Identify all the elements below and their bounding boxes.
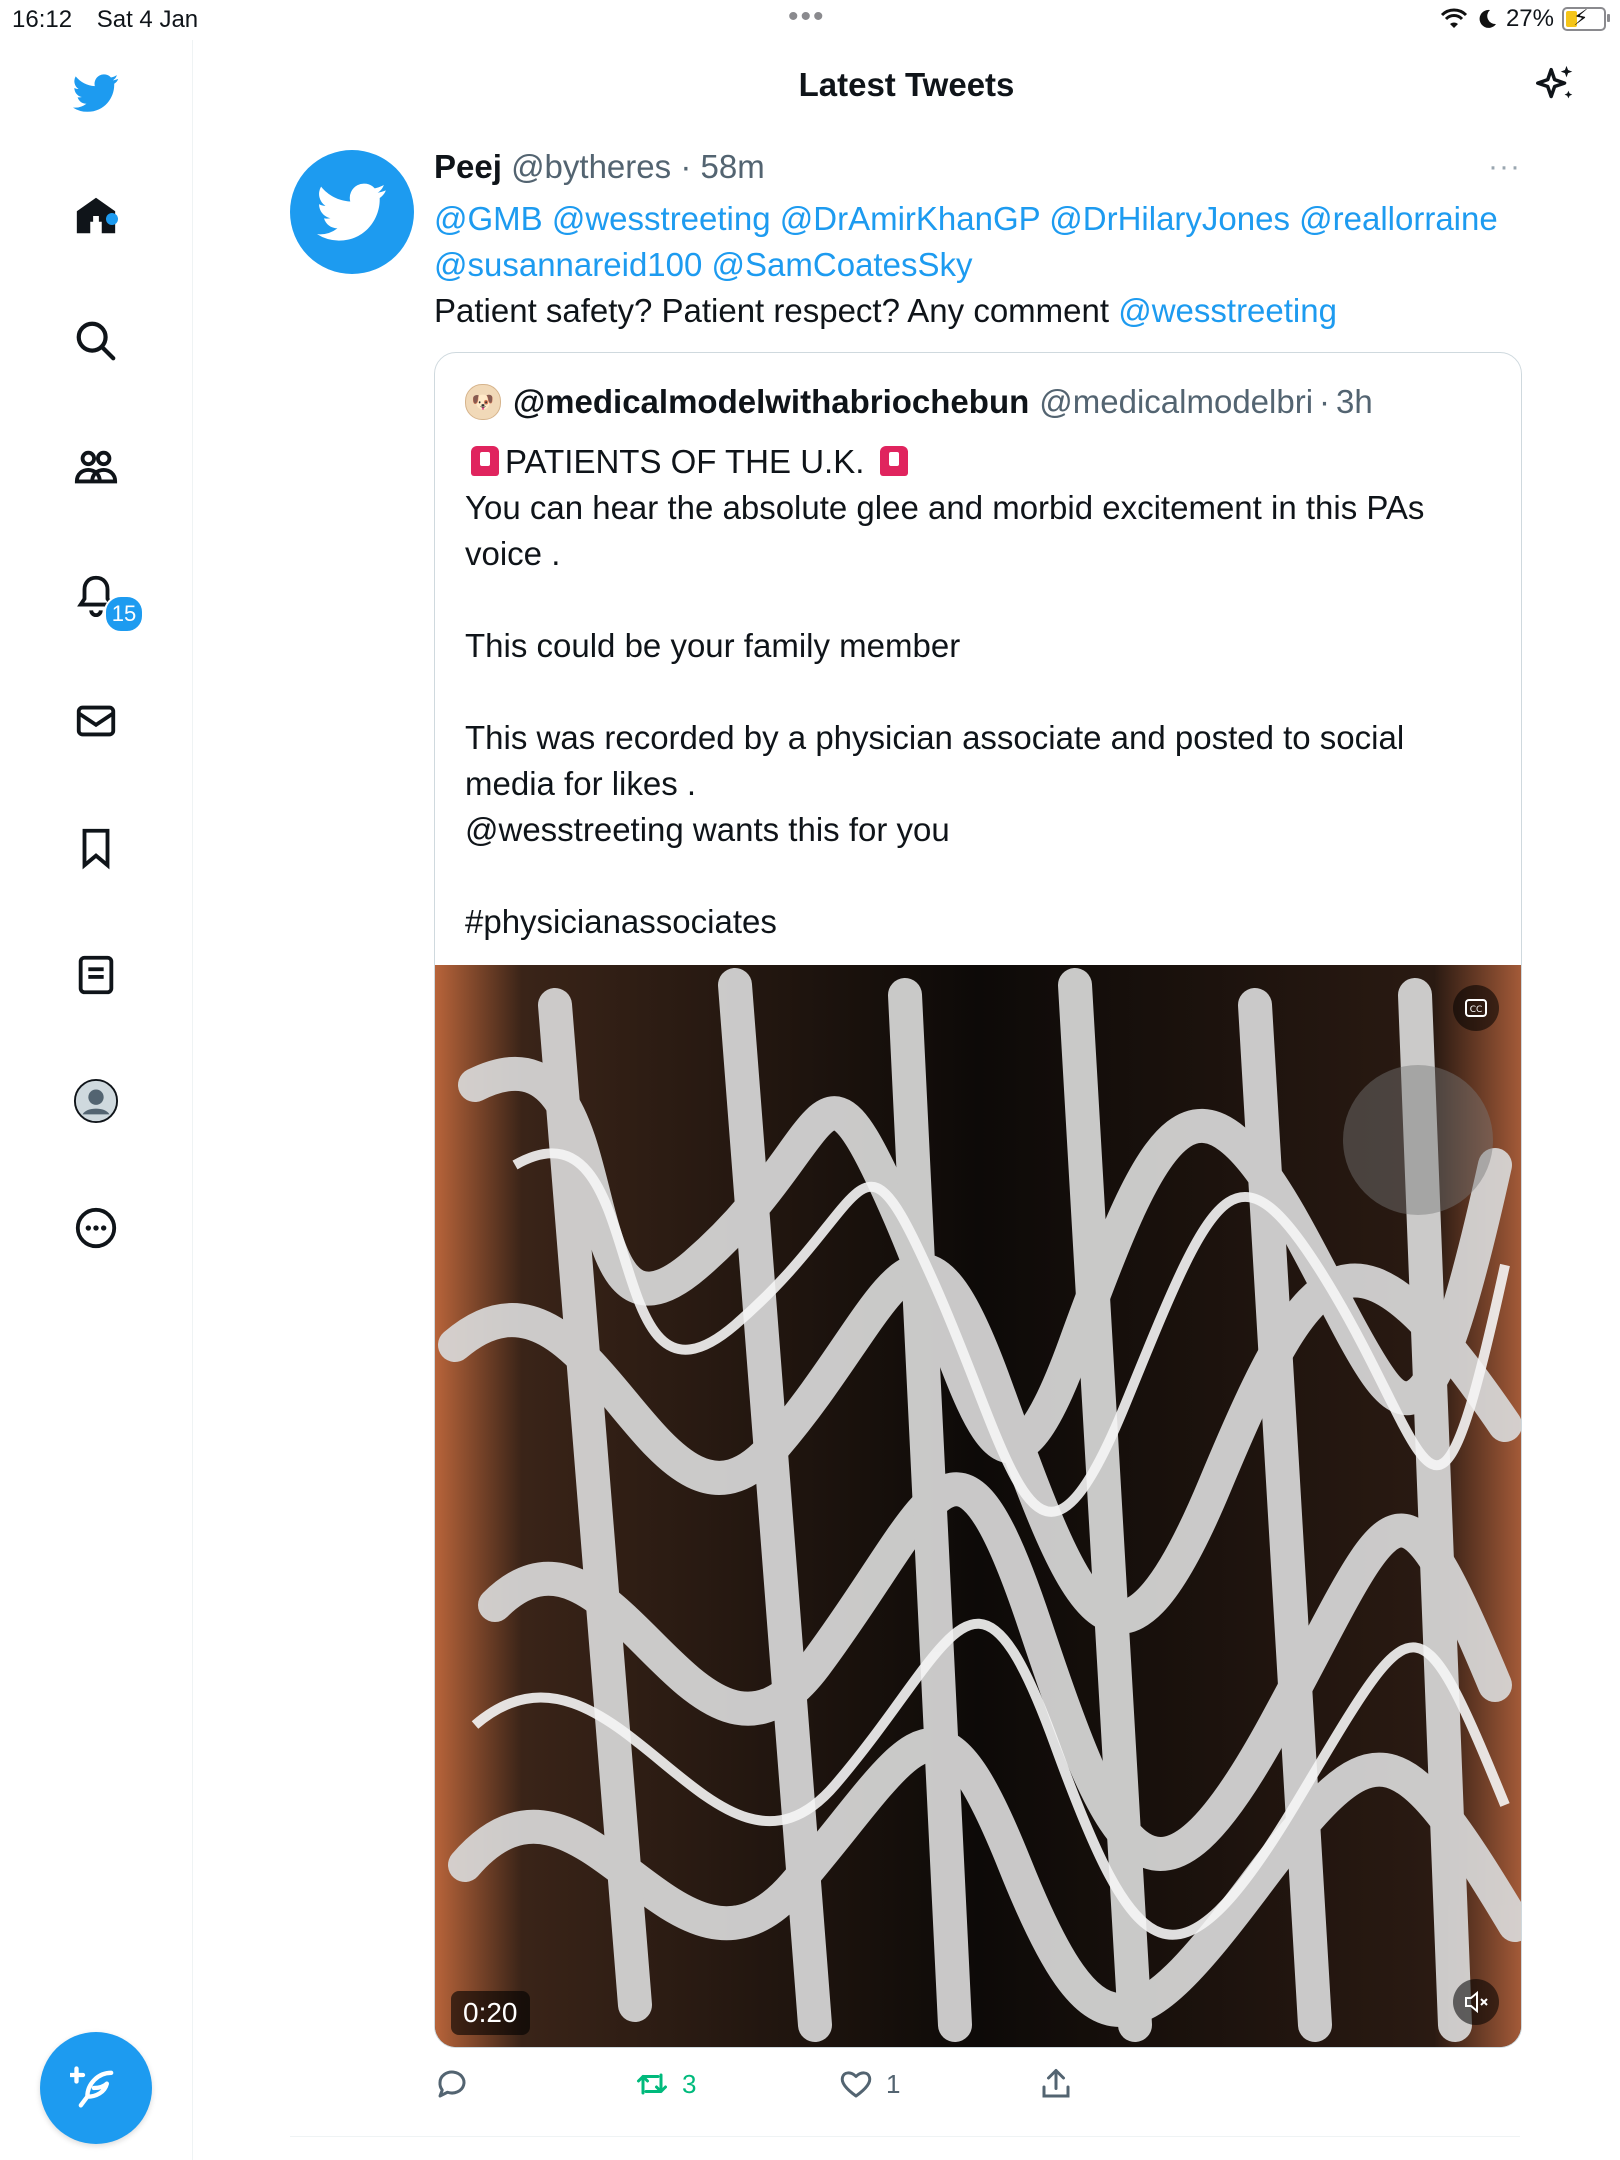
profile-avatar-icon	[73, 1078, 119, 1124]
sidebar-item-communities[interactable]	[63, 435, 129, 501]
mention-link[interactable]: @DrHilaryJones	[1049, 200, 1290, 237]
svg-text:CC: CC	[1470, 1005, 1483, 1015]
reply-icon	[438, 2070, 466, 2098]
sidebar-item-lists[interactable]	[63, 942, 129, 1008]
battery-icon: ⚡	[1562, 5, 1610, 31]
quote-text: PATIENTS OF THE U.K. You can hear the ab…	[465, 439, 1485, 945]
sidebar-item-search[interactable]	[63, 308, 129, 374]
closed-captions-button[interactable]: CC	[1453, 985, 1499, 1031]
quote-meta: 🐶 @medicalmodelwithabriochebun @medicalm…	[465, 383, 1373, 421]
sidebar-nav: 15	[0, 40, 193, 2160]
quote-avatar[interactable]: 🐶	[465, 384, 501, 420]
sidebar-item-bookmarks[interactable]	[63, 815, 129, 881]
mention-link[interactable]: @susannareid100	[434, 246, 702, 283]
tweet-text-main: Patient safety? Patient respect? Any com…	[434, 292, 1110, 329]
siren-icon	[879, 446, 908, 476]
quote-body: You can hear the absolute glee and morbi…	[465, 489, 1425, 940]
quoted-tweet[interactable]: 🐶 @medicalmodelwithabriochebun @medicalm…	[434, 352, 1522, 2048]
author-name[interactable]: Peej	[434, 148, 502, 185]
home-unread-dot	[106, 213, 118, 225]
retweet-count: 3	[682, 2068, 697, 2099]
tweet-meta: Peej @bytheres · 58m	[434, 148, 765, 186]
mention-link[interactable]: @wesstreeting	[552, 200, 771, 237]
mention-list: @GMB @wesstreeting @DrAmirKhanGP @DrHila…	[434, 196, 1524, 288]
quote-headline: PATIENTS OF THE U.K.	[505, 443, 865, 480]
status-date: Sat 4 Jan	[96, 6, 199, 33]
speaker-muted-icon	[1465, 1990, 1488, 2014]
share-button[interactable]	[1038, 2066, 1074, 2102]
heart-icon	[840, 2071, 872, 2098]
mention-link[interactable]: @reallorraine	[1299, 200, 1498, 237]
status-time: 16:12	[12, 6, 73, 33]
meta-separator: ·	[1319, 383, 1331, 420]
tweet-divider	[290, 2136, 1520, 2137]
feather-plus-icon	[70, 2066, 114, 2108]
multitask-dots[interactable]: •••	[788, 0, 826, 34]
moon-icon	[1479, 9, 1496, 28]
twitter-logo-icon[interactable]	[63, 60, 129, 126]
video-player[interactable]: CC 0:20	[435, 965, 1521, 2047]
quote-author-handle[interactable]: @medicalmodelbri	[1039, 383, 1313, 421]
like-count: 1	[886, 2068, 901, 2099]
tweet-body: @GMB @wesstreeting @DrAmirKhanGP @DrHila…	[434, 196, 1524, 334]
reply-button[interactable]	[434, 2066, 482, 2102]
like-button[interactable]: 1	[838, 2066, 900, 2102]
video-duration: 0:20	[451, 1991, 530, 2035]
quote-time: 3h	[1336, 383, 1373, 420]
sidebar-item-messages[interactable]	[63, 688, 129, 754]
sidebar-item-home[interactable]	[63, 183, 129, 249]
author-avatar[interactable]	[290, 150, 414, 274]
search-icon	[76, 321, 116, 361]
tweet-time[interactable]: 58m	[700, 148, 764, 185]
battery-percent: 27%	[1505, 5, 1554, 32]
mention-link[interactable]: @SamCoatesSky	[712, 246, 973, 283]
meta-separator: ·	[680, 148, 692, 185]
sidebar-item-profile[interactable]	[63, 1068, 129, 1134]
siren-icon	[471, 446, 499, 476]
retweet-button[interactable]: 3	[634, 2066, 696, 2102]
tweet-text: Patient safety? Patient respect? Any com…	[434, 288, 1524, 334]
sparkle-icon[interactable]	[1532, 62, 1578, 108]
mail-icon	[76, 705, 116, 737]
page-title: Latest Tweets	[798, 66, 1015, 103]
author-handle[interactable]: @bytheres	[511, 148, 671, 185]
notification-badge: 15	[104, 595, 144, 633]
bookmark-icon	[82, 828, 110, 870]
mention-link[interactable]: @GMB	[434, 200, 543, 237]
retweet-icon	[637, 2073, 667, 2095]
quote-author-name[interactable]: @medicalmodelwithabriochebun	[513, 383, 1029, 421]
status-bar: 16:12 Sat 4 Jan ••• 27% ⚡	[0, 0, 1620, 40]
mute-button[interactable]	[1453, 1979, 1499, 2025]
compose-tweet-button[interactable]	[40, 2032, 152, 2144]
communities-icon	[74, 450, 118, 484]
tweet-actions: 3 1	[434, 2066, 1524, 2116]
share-icon	[1042, 2069, 1070, 2098]
wifi-icon	[1440, 8, 1468, 28]
mention-link[interactable]: @wesstreeting	[1118, 292, 1337, 329]
list-icon	[78, 955, 114, 995]
mention-link[interactable]: @DrAmirKhanGP	[780, 200, 1040, 237]
tweet-more-button[interactable]: ···	[1488, 150, 1521, 184]
sidebar-item-more[interactable]	[63, 1195, 129, 1261]
video-overlay-circle	[1343, 1065, 1493, 1215]
more-circle-icon	[75, 1207, 117, 1249]
twitter-bird-icon	[317, 183, 386, 241]
cc-icon: CC	[1465, 999, 1487, 1017]
